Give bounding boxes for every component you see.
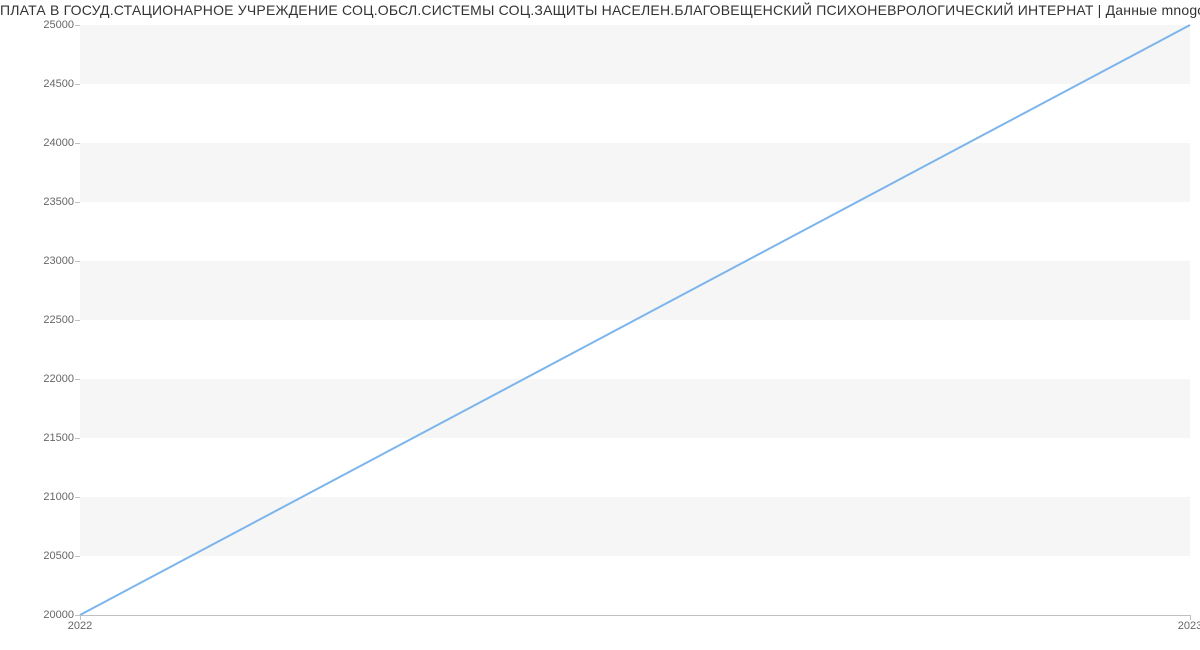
y-tick-mark bbox=[75, 202, 80, 203]
y-tick-label: 20000 bbox=[4, 609, 74, 621]
series-line bbox=[80, 25, 1190, 615]
y-tick-mark bbox=[75, 320, 80, 321]
y-tick-mark bbox=[75, 497, 80, 498]
y-tick-label: 22000 bbox=[4, 373, 74, 385]
chart-title: ПЛАТА В ГОСУД.СТАЦИОНАРНОЕ УЧРЕЖДЕНИЕ СО… bbox=[0, 2, 1200, 18]
y-tick-label: 23500 bbox=[4, 196, 74, 208]
y-tick-mark bbox=[75, 438, 80, 439]
y-tick-mark bbox=[75, 143, 80, 144]
y-tick-label: 21000 bbox=[4, 491, 74, 503]
x-tick-mark bbox=[1190, 615, 1191, 620]
x-tick-mark bbox=[80, 615, 81, 620]
plot-area bbox=[80, 25, 1190, 616]
x-tick-label: 2022 bbox=[68, 620, 92, 632]
y-tick-label: 22500 bbox=[4, 314, 74, 326]
y-tick-label: 24500 bbox=[4, 78, 74, 90]
y-tick-label: 23000 bbox=[4, 255, 74, 267]
y-tick-mark bbox=[75, 556, 80, 557]
y-tick-label: 20500 bbox=[4, 550, 74, 562]
y-tick-label: 21500 bbox=[4, 432, 74, 444]
y-tick-mark bbox=[75, 261, 80, 262]
y-tick-mark bbox=[75, 379, 80, 380]
y-tick-label: 25000 bbox=[4, 19, 74, 31]
y-tick-mark bbox=[75, 84, 80, 85]
x-tick-label: 2023 bbox=[1178, 620, 1200, 632]
y-tick-mark bbox=[75, 25, 80, 26]
y-tick-label: 24000 bbox=[4, 137, 74, 149]
line-layer bbox=[80, 25, 1190, 615]
